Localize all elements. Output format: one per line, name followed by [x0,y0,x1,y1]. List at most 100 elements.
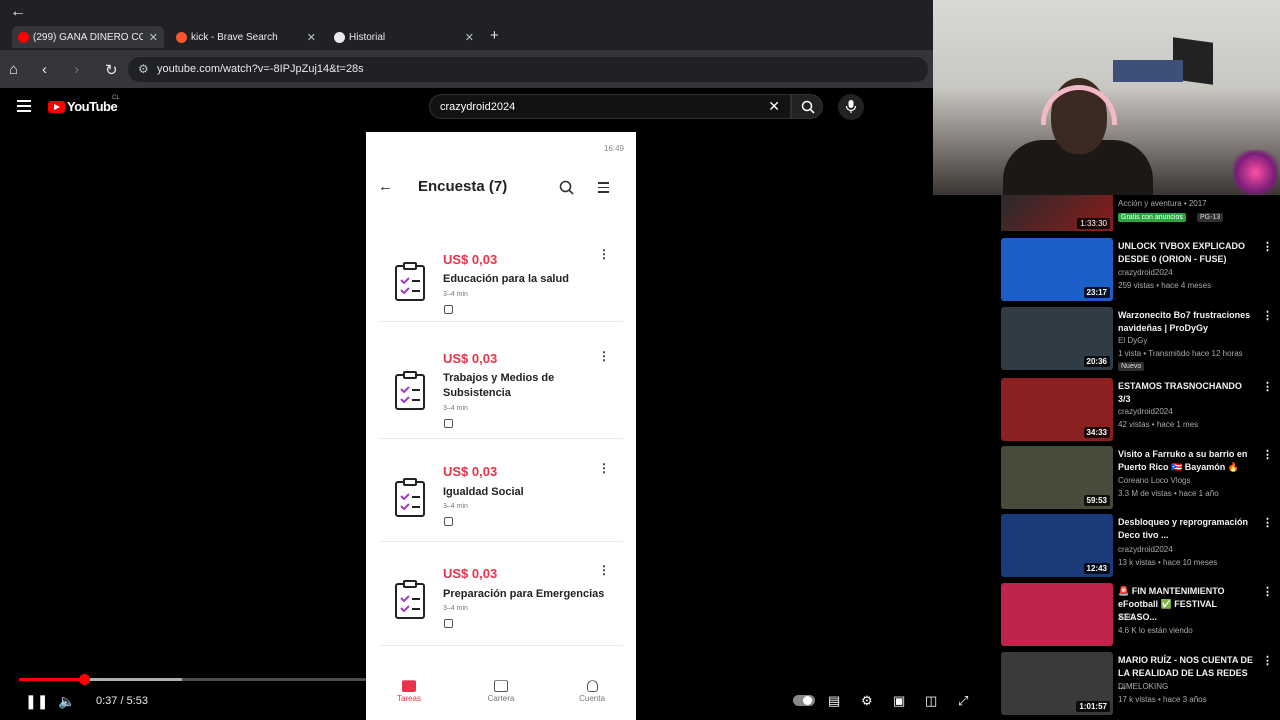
video-duration: 59:53 [1083,495,1110,506]
survey-name: Educación para la salud [443,273,569,285]
video-meta: 13 k vistas • hace 10 meses [1118,558,1218,567]
video-title[interactable]: Visito a Farruko a su barrio en Puerto R… [1118,448,1254,474]
fullscreen-icon[interactable]: ⤢ [958,693,968,709]
back-arrow-icon[interactable]: ← [378,178,393,195]
survey-duration: 3–4 min [443,291,468,298]
pause-icon[interactable]: ❚❚ [25,693,48,710]
new-tab-icon[interactable]: + [490,27,499,44]
video-title[interactable]: 🚨 FIN MANTENIMIENTO eFootball ✅ FESTIVAL… [1118,585,1254,624]
nav-label: Cartera [487,694,515,703]
youtube-logo[interactable]: YouTube CL [48,95,120,114]
nav-cartera[interactable]: Cartera [471,680,531,703]
tab-title: Historial [349,31,386,43]
youtube-play-icon [48,100,65,113]
progress-bar[interactable] [19,674,636,685]
clipboard-icon [395,262,425,301]
survey-card[interactable]: US$ 0,03 Preparación para Emergencias 3–… [378,554,623,646]
window-back-icon[interactable]: ← [10,3,26,21]
video-thumbnail[interactable]: 23:17 [1001,238,1113,301]
url-text[interactable]: youtube.com/watch?v=-8IPJpZuj14&t=28s [157,63,364,75]
video-thumbnail[interactable]: 12:43 [1001,514,1113,577]
more-options-icon[interactable]: ⋮ [1262,380,1273,393]
close-tab-icon[interactable]: ✕ [149,31,158,44]
sidebar-video[interactable]: 20:36 Warzonecito Bo7 frustraciones navi… [1001,307,1280,371]
search-input[interactable]: crazydroid2024 ✕ [429,94,791,119]
more-options-icon[interactable]: ⋮ [1262,309,1273,322]
subtitles-icon[interactable]: ▤ [828,693,840,709]
scrubber-handle[interactable] [78,674,90,685]
sidebar-video[interactable]: 59:53 Visito a Farruko a su barrio en Pu… [1001,446,1280,510]
video-title[interactable]: UNLOCK TVBOX EXPLICADO DESDE 0 (ORION - … [1118,240,1254,266]
search-icon[interactable] [559,180,574,195]
survey-card[interactable]: US$ 0,03 Educación para la salud 3–4 min… [378,237,623,322]
autoplay-toggle[interactable] [793,695,815,706]
video-thumbnail[interactable] [1001,583,1113,646]
more-options-icon[interactable]: ⋮ [1262,585,1273,598]
more-options-icon[interactable]: ⋮ [598,563,610,577]
survey-card[interactable]: US$ 0,03 Trabajos y Medios de Subsistenc… [378,339,623,439]
search-query[interactable]: crazydroid2024 [440,101,515,113]
voice-search-button[interactable] [838,94,864,120]
filter-icon[interactable] [598,182,609,196]
volume-icon[interactable]: 🔈 [58,693,75,710]
channel-name[interactable]: Coreano Loco Vlogs [1118,476,1191,485]
video-thumbnail[interactable]: 59:53 [1001,446,1113,509]
sidebar-video[interactable]: 23:17 UNLOCK TVBOX EXPLICADO DESDE 0 (OR… [1001,238,1280,302]
miniplayer-icon[interactable]: ▣ [893,693,905,709]
nav-label: Tareas [396,694,421,703]
cast-icon[interactable]: ◫ [925,693,937,709]
tab-youtube[interactable]: (299) GANA DINERO CON E ✕ [12,26,164,48]
video-meta: 4.6 K lo están viendo [1118,626,1193,635]
webcam-overlay [933,0,1280,195]
youtube-favicon-icon [18,31,29,43]
tab-brave-search[interactable]: kick - Brave Search ✕ [170,26,322,48]
back-icon[interactable]: ‹ [42,61,47,78]
channel-name[interactable]: AXG [1118,613,1135,622]
tab-historial[interactable]: Historial ✕ [328,26,480,48]
sidebar-first-thumbnail[interactable]: 1:33:30 [1001,195,1113,231]
channel-name[interactable]: crazydroid2024 [1118,545,1173,554]
sidebar-video[interactable]: 1:01:57 MARIO RUÍZ - NOS CUENTA DE LA RE… [1001,652,1280,716]
more-options-icon[interactable]: ⋮ [1262,240,1273,253]
channel-name[interactable]: DIMELOKING [1118,682,1168,691]
new-badge: Nuevo [1118,362,1145,371]
nav-tareas[interactable]: Tareas [379,680,439,703]
sidebar-video[interactable]: 🚨 FIN MANTENIMIENTO eFootball ✅ FESTIVAL… [1001,583,1280,647]
channel-name[interactable]: El DyGy [1118,336,1147,345]
channel-name[interactable]: crazydroid2024 [1118,268,1173,277]
video-title[interactable]: Desbloqueo y reprogramación Deco tivo ..… [1118,516,1254,542]
survey-price: US$ 0,03 [443,252,498,267]
reload-icon[interactable]: ↻ [105,61,118,79]
more-options-icon[interactable]: ⋮ [1262,654,1273,667]
site-settings-icon[interactable]: ⚙ [138,62,149,76]
video-duration: 1:01:57 [1076,701,1110,712]
search-button[interactable] [791,94,823,119]
clear-search-icon[interactable]: ✕ [768,98,780,115]
channel-name[interactable]: crazydroid2024 [1118,407,1173,416]
menu-icon[interactable] [17,100,31,115]
video-title[interactable]: ESTAMOS TRASNOCHANDO 3/3 [1118,380,1254,406]
close-tab-icon[interactable]: ✕ [307,31,316,44]
nav-cuenta[interactable]: Cuenta [562,680,622,703]
video-thumbnail[interactable]: 34:33 [1001,378,1113,441]
sidebar-video[interactable]: 12:43 Desbloqueo y reprogramación Deco t… [1001,514,1280,578]
survey-card[interactable]: US$ 0,03 Igualdad Social 3–4 min ⋮ [378,452,623,542]
video-thumbnail[interactable]: 20:36 [1001,307,1113,370]
more-options-icon[interactable]: ⋮ [1262,448,1273,461]
close-tab-icon[interactable]: ✕ [465,31,474,44]
more-options-icon[interactable]: ⋮ [598,247,610,261]
home-icon[interactable]: ⌂ [9,61,18,78]
sidebar-video[interactable]: 34:33 ESTAMOS TRASNOCHANDO 3/3 crazydroi… [1001,378,1280,442]
video-thumbnail[interactable]: 1:01:57 [1001,652,1113,715]
address-bar[interactable]: ⚙ youtube.com/watch?v=-8IPJpZuj14&t=28s [128,57,928,82]
video-title[interactable]: Warzonecito Bo7 frustraciones navideñas … [1118,309,1254,335]
more-options-icon[interactable]: ⋮ [598,349,610,363]
phone-screen: 16:49 ← Encuesta (7) US$ 0,03 Educación … [366,132,636,720]
settings-gear-icon[interactable]: ⚙ [861,693,873,709]
more-options-icon[interactable]: ⋮ [598,461,610,475]
tasks-icon [402,680,416,692]
survey-name: Preparación para Emergencias [443,588,605,600]
survey-price: US$ 0,03 [443,464,498,479]
forward-icon[interactable]: › [74,61,79,78]
more-options-icon[interactable]: ⋮ [1262,516,1273,529]
